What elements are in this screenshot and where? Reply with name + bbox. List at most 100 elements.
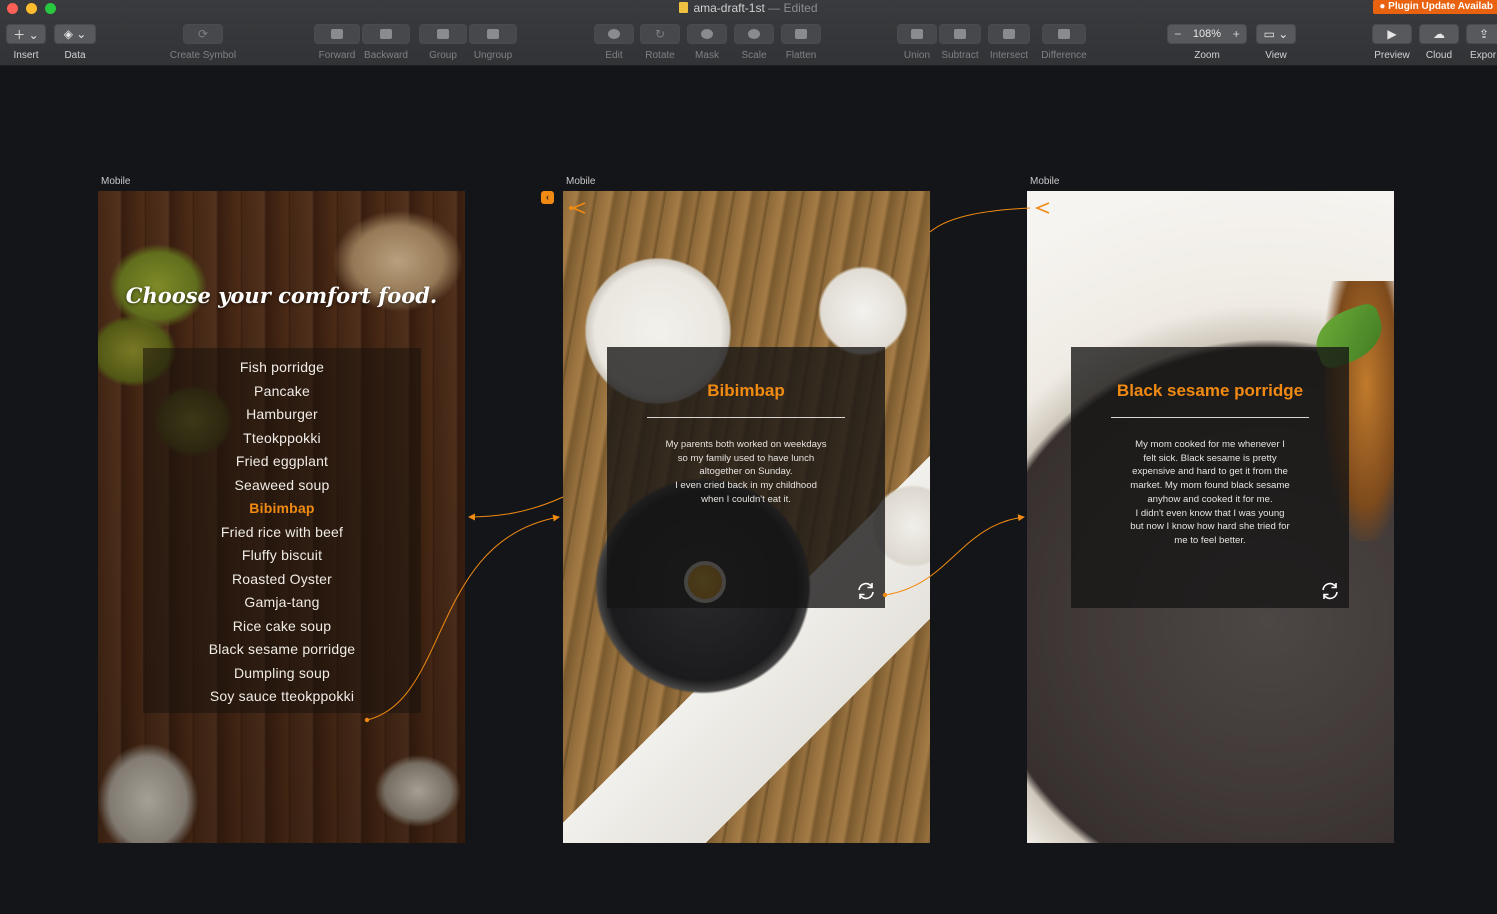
card-body-line: My parents both worked on weekdays [665, 439, 827, 450]
card-body-line: I didn't even know that I was young [1135, 507, 1285, 519]
link-porridge-back [929, 207, 1031, 233]
back-link-badge[interactable]: ‹ [541, 191, 554, 204]
card-body-line: but now I know how hard she tried for [1130, 521, 1290, 533]
mask-button[interactable]: Mask [687, 24, 727, 61]
backward-icon [380, 29, 392, 39]
ungroup-icon [487, 29, 499, 39]
data-button[interactable]: ◈ ⌄ Data [54, 24, 96, 61]
menu-item[interactable]: Seaweed soup [143, 474, 421, 498]
story-card-porridge: Black sesame porridge My mom cooked for … [1071, 347, 1349, 608]
card-body-line: felt sick. Black sesame is pretty [1143, 452, 1277, 464]
refresh-icon[interactable] [1319, 580, 1341, 602]
subtract-icon [954, 29, 966, 39]
create-symbol-button[interactable]: ⟳ Create Symbol [168, 24, 238, 61]
export-button[interactable]: ⇪ Expor [1466, 24, 1497, 61]
difference-button[interactable]: Difference [1038, 24, 1090, 61]
menu-item[interactable]: Fried eggplant [143, 450, 421, 474]
artboard-label-porridge[interactable]: Mobile [1030, 176, 1059, 187]
artboard-label-bibimbap[interactable]: Mobile [566, 176, 595, 187]
card-body: My parents both worked on weekdays so my… [629, 438, 863, 507]
menu-item[interactable]: Fish porridge [143, 356, 421, 380]
rotate-button[interactable]: ↻ Rotate [640, 24, 680, 61]
mask-icon [701, 29, 713, 39]
title-bar: ama-draft-1st — Edited [0, 0, 1497, 18]
card-body-line: me to feel better. [1174, 534, 1246, 546]
share-icon: ⇪ [1479, 27, 1490, 41]
menu-item[interactable]: Roasted Oyster [143, 568, 421, 592]
backward-button[interactable]: Backward [362, 24, 410, 61]
subtract-button[interactable]: Subtract [939, 24, 981, 61]
card-title: Black sesame porridge [1116, 381, 1304, 400]
cloud-icon: ☁ [1433, 27, 1445, 41]
title-separator: — [768, 1, 781, 15]
group-button[interactable]: Group [419, 24, 467, 61]
menu-item[interactable]: Fried rice with beef [143, 521, 421, 545]
plugin-update-badge[interactable]: ● Plugin Update Availab [1373, 0, 1497, 14]
group-icon [437, 29, 449, 39]
document-status: Edited [783, 1, 818, 15]
card-body-line: altogether on Sunday. [699, 466, 793, 478]
zoom-control: − 108% + Zoom [1167, 24, 1247, 61]
menu-title: Choose your comfort food. [125, 283, 438, 308]
zoom-in-button[interactable]: + [1227, 25, 1247, 43]
zoom-window-button[interactable] [45, 3, 56, 14]
toolbar: ama-draft-1st — Edited ● Plugin Update A… [0, 0, 1497, 66]
rotate-icon: ↻ [654, 27, 666, 41]
ungroup-button[interactable]: Ungroup [469, 24, 517, 61]
close-window-button[interactable] [7, 3, 18, 14]
forward-button[interactable]: Forward [314, 24, 360, 61]
flatten-button[interactable]: Flatten [781, 24, 821, 61]
difference-icon [1058, 29, 1070, 39]
edit-icon [608, 29, 620, 39]
flatten-icon [795, 29, 807, 39]
menu-item[interactable]: Hamburger [143, 403, 421, 427]
scale-button[interactable]: Scale [734, 24, 774, 61]
artboard-menu[interactable]: Choose your comfort food. Fish porridge … [98, 191, 465, 843]
artboard-bibimbap[interactable]: Bibimbap My parents both worked on weekd… [563, 191, 930, 843]
layers-icon: ◈ ⌄ [63, 27, 87, 41]
edit-button[interactable]: Edit [594, 24, 634, 61]
menu-item[interactable]: Fluffy biscuit [143, 544, 421, 568]
menu-item-active[interactable]: Bibimbap [143, 497, 421, 521]
card-body-line: My mom cooked for me whenever I [1135, 439, 1285, 450]
zoom-out-button[interactable]: − [1168, 25, 1188, 43]
card-title: Bibimbap [707, 381, 785, 400]
intersect-icon [1003, 29, 1015, 39]
document-name: ama-draft-1st [693, 1, 765, 15]
cloud-button[interactable]: ☁ Cloud [1419, 24, 1459, 61]
artboard-label-menu[interactable]: Mobile [101, 176, 130, 187]
card-body: My mom cooked for me whenever I felt sic… [1093, 438, 1327, 548]
view-layout-icon: ▭ ⌄ [1263, 27, 1289, 41]
union-icon [911, 29, 923, 39]
insert-button[interactable]: ＋ ⌄ Insert [6, 24, 46, 61]
intersect-button[interactable]: Intersect [988, 24, 1030, 61]
menu-item[interactable]: Rice cake soup [143, 615, 421, 639]
union-button[interactable]: Union [897, 24, 937, 61]
menu-item[interactable]: Tteokppokki [143, 427, 421, 451]
card-body-line: anyhow and cooked it for me. [1147, 493, 1273, 505]
refresh-icon[interactable] [855, 580, 877, 602]
menu-item[interactable]: Soy sauce tteokppokki [143, 685, 421, 709]
menu-item[interactable]: Dumpling soup [143, 662, 421, 686]
menu-item[interactable]: Black sesame porridge [143, 638, 421, 662]
story-card-bibimbap: Bibimbap My parents both worked on weekd… [607, 347, 885, 608]
scale-icon [748, 29, 760, 39]
zoom-level: 108% [1192, 28, 1222, 40]
card-divider [1111, 417, 1309, 418]
document-icon [679, 2, 689, 13]
link-bibimbap-back [468, 496, 564, 521]
symbol-icon: ⟳ [197, 27, 209, 41]
card-body-line: when I couldn't eat it. [701, 493, 791, 505]
menu-item[interactable]: Gamja-tang [143, 591, 421, 615]
back-arrow-icon[interactable] [569, 201, 587, 215]
view-button[interactable]: ▭ ⌄ View [1256, 24, 1296, 61]
forward-icon [331, 29, 343, 39]
preview-button[interactable]: ▶ Preview [1372, 24, 1412, 61]
plus-icon: ＋ ⌄ [13, 27, 39, 42]
minimize-window-button[interactable] [26, 3, 37, 14]
card-divider [647, 417, 845, 418]
back-arrow-icon[interactable] [1033, 201, 1051, 215]
menu-item[interactable]: Pancake [143, 380, 421, 404]
play-icon: ▶ [1387, 27, 1397, 41]
artboard-porridge[interactable]: Black sesame porridge My mom cooked for … [1027, 191, 1394, 843]
